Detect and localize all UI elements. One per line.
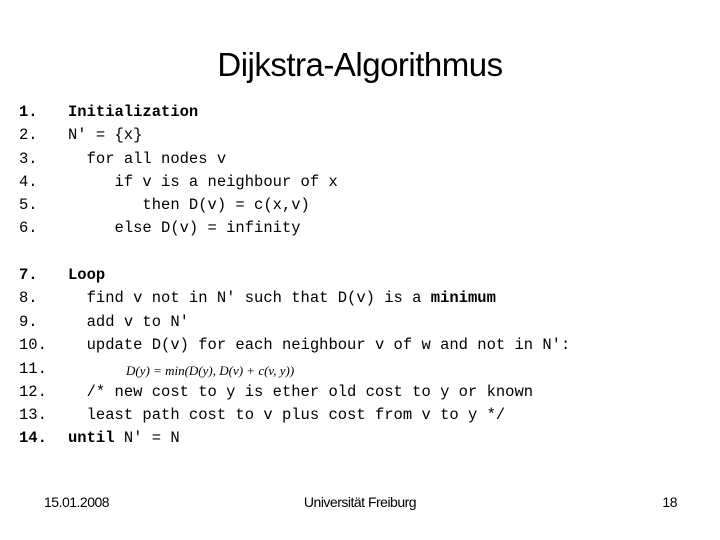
line-number: 4. [19, 172, 38, 191]
keyword: until [68, 429, 115, 448]
code-text: N' = {x} [68, 126, 143, 145]
code-line: 8. find v not in N' such that D(v) is a … [19, 287, 570, 310]
code-line: 3. for all nodes v [19, 148, 570, 171]
code-text: find v not in N' such that D(v) is a [86, 289, 431, 308]
footer-page-number: 18 [662, 494, 677, 510]
formula-update-distance: D(y) = min(D(y), D(v) + c(v, y)) [126, 363, 295, 379]
keyword: Loop [68, 266, 106, 285]
code-text: add v to N' [86, 312, 189, 331]
line-number: 9. [19, 312, 38, 331]
code-line: 6. else D(v) = infinity [19, 217, 570, 240]
code-line: 10. update D(v) for each neighbour v of … [19, 334, 570, 357]
slide-title: Dijkstra-Algorithmus [217, 46, 503, 83]
line-number: 13. [19, 405, 47, 424]
line-number: 10. [19, 335, 47, 354]
code-line: 4. if v is a neighbour of x [19, 171, 570, 194]
line-number: 11. [19, 360, 47, 379]
pseudocode-block: 1. Initialization 2. N' = {x} 3. for all nod… [19, 101, 570, 450]
code-line: 7. Loop [19, 264, 570, 287]
line-number: 12. [19, 382, 47, 401]
code-text: else D(v) = infinity [114, 219, 301, 238]
keyword: Initialization [68, 103, 199, 121]
code-text: update D(v) for each neighbour v of w an… [86, 335, 571, 354]
line-number: 6. [19, 219, 38, 238]
code-line: 11. D(y) = min(D(y), D(v) + c(v, y)) [19, 357, 570, 380]
line-number: 2. [19, 126, 38, 145]
code-line: 1. Initialization [19, 101, 570, 124]
code-line: 14. until N' = N [19, 427, 570, 450]
code-text: least path cost to v plus cost from v to… [86, 405, 506, 424]
footer-organization: Universität Freiburg [303, 494, 417, 510]
code-line: 2. N' = {x} [19, 124, 570, 147]
code-text: for all nodes v [86, 149, 227, 168]
keyword: minimum [430, 289, 496, 308]
line-number: 5. [19, 196, 38, 215]
line-number: 1. [19, 103, 38, 121]
code-line: 12. /* new cost to y is ether old cost t… [19, 381, 570, 404]
code-line: 9. add v to N' [19, 311, 570, 334]
code-text: /* new cost to y is ether old cost to y … [86, 382, 534, 401]
code-line: 13. least path cost to v plus cost from … [19, 404, 570, 427]
line-number: 3. [19, 149, 38, 168]
code-text: N' = N [114, 429, 180, 448]
line-number: 14. [19, 429, 47, 448]
code-text: then D(v) = c(x,v) [142, 196, 310, 215]
line-number: 7. [19, 266, 38, 285]
code-line: 5. then D(v) = c(x,v) [19, 194, 570, 217]
code-text: if v is a neighbour of x [114, 172, 338, 191]
line-number: 8. [19, 289, 38, 308]
